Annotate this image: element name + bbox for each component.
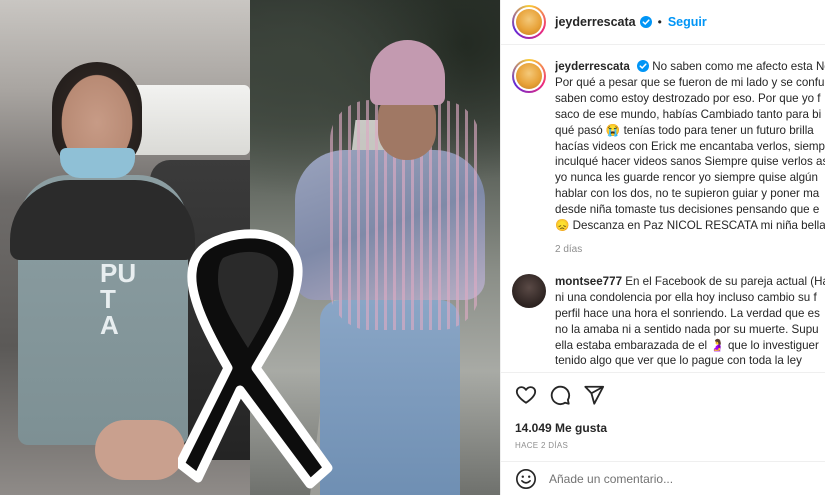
caption-line: jeyderrescata No saben como me afecto es… <box>555 59 825 75</box>
comments-list[interactable]: jeyderrescata No saben como me afecto es… <box>501 45 825 372</box>
likes-count[interactable]: 14.049 Me gusta <box>515 421 812 435</box>
caption: jeyderrescata No saben como me afecto es… <box>501 45 825 258</box>
comment-line: perfil hace una hora el sonriendo. La ve… <box>555 306 820 320</box>
paper-plane-icon[interactable] <box>583 384 605 406</box>
hood <box>10 180 195 260</box>
caption-text: No saben como me afecto esta No <box>652 60 825 73</box>
comment-bubble-icon[interactable] <box>549 384 571 406</box>
face-mask <box>60 148 135 178</box>
separator-dot: • <box>657 15 662 29</box>
caption-line: desde niña tomaste tus decisiones pensan… <box>555 203 820 217</box>
post-timestamp: HACE 2 DÍAS <box>515 441 569 450</box>
caption-line: inculqué hacer videos sanos Siempre quis… <box>555 155 825 169</box>
caption-line: saco de ese mundo, habías Cambiado tanto… <box>555 107 822 121</box>
caption-time[interactable]: 2 días <box>555 242 825 258</box>
caption-line: yo nunca les guarde rencor yo siempre qu… <box>555 171 818 185</box>
comment-username[interactable]: montsee777 <box>555 275 622 288</box>
verified-badge-icon <box>637 60 650 72</box>
shirt-print: PU T A <box>100 258 137 340</box>
smiley-icon[interactable] <box>515 468 537 490</box>
car-window <box>130 85 250 155</box>
caption-username[interactable]: jeyderrescata <box>555 60 630 73</box>
post-actions: 14.049 Me gusta HACE 2 DÍAS <box>501 372 825 450</box>
post-header: jeyderrescata • Seguir <box>501 0 825 45</box>
caption-line: hablar con los dos, no te supieron guiar… <box>555 187 820 201</box>
follow-button[interactable]: Seguir <box>668 15 707 29</box>
comment-line: tenido algo que ver que lo pague con tod… <box>555 354 802 368</box>
comment-line: ella estaba embarazada de el 🤰 que lo in… <box>555 338 819 352</box>
comment-input[interactable] <box>549 471 809 486</box>
post-media[interactable]: PU T A <box>0 0 500 495</box>
caption-line: qué pasó 😭 tenías todo para tener un fut… <box>555 123 814 137</box>
post-username[interactable]: jeyderrescata <box>555 15 636 29</box>
add-comment-bar <box>501 461 825 495</box>
comment-text: En el Facebook de su pareja actual (Ha <box>625 274 825 288</box>
verified-badge-icon <box>639 16 652 28</box>
hands <box>95 420 185 480</box>
caption-line: saben como estoy destrozado por eso. Por… <box>555 91 821 105</box>
post-details-panel: jeyderrescata • Seguir jeyderrescata No … <box>500 0 825 495</box>
caption-line: hacías videos con Erick me encantaba ver… <box>555 139 825 153</box>
caption-line: Por qué a pesar que se fueron de mi lado… <box>555 75 825 89</box>
avatar[interactable] <box>512 5 546 39</box>
beanie <box>370 40 445 105</box>
caption-avatar[interactable] <box>512 59 546 93</box>
comment: montsee777 En el Facebook de su pareja a… <box>501 258 825 369</box>
comment-line: ni una condolencia por ella hoy incluso … <box>555 290 817 304</box>
comment-line: no la amaba ni a sentido nada por su mue… <box>555 322 819 336</box>
mourning-ribbon-icon <box>178 229 333 489</box>
heart-icon[interactable] <box>515 384 537 406</box>
comment-avatar[interactable] <box>512 273 546 308</box>
comment-line: montsee777 En el Facebook de su pareja a… <box>555 274 825 290</box>
caption-line: 😞 Descanza en Paz NICOL RESCATA mi niña … <box>555 219 825 233</box>
